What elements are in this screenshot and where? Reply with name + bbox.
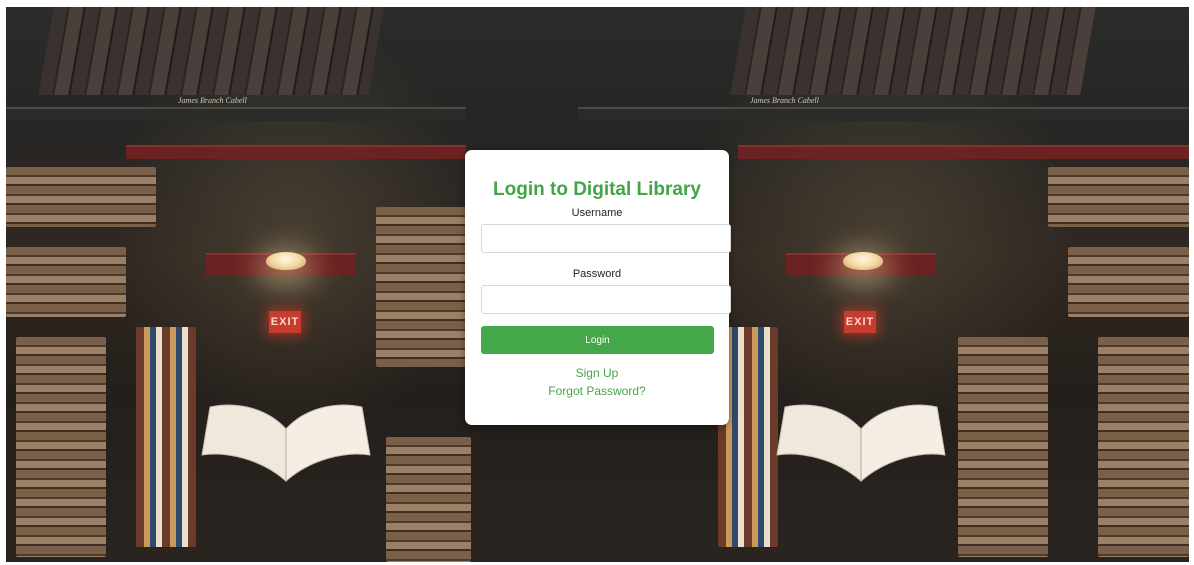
shelf [126,145,466,159]
open-book-image [201,404,371,483]
login-button[interactable]: Login [481,326,714,354]
book-stack [1048,167,1189,227]
book-stack [16,337,106,557]
book-spine-caption: James Branch Cabell [750,96,819,105]
shelf [6,107,466,121]
book-stack [1068,247,1189,317]
exit-sign: EXIT [269,311,301,333]
login-title: Login to Digital Library [493,179,701,200]
open-book-image [776,404,946,483]
ceiling-lamp [266,252,306,270]
exit-sign: EXIT [844,311,876,333]
shelf [738,145,1189,159]
book-stack [386,437,471,562]
login-card: Login to Digital Library Username Passwo… [465,150,731,425]
book-stack [6,167,156,227]
username-label: Username [571,207,623,219]
book-stack [1098,337,1189,557]
book-stack [958,337,1048,557]
book-spine-caption: James Branch Cabell [178,96,247,105]
book-stack [376,207,471,367]
book-shelf-colorful [136,327,196,547]
top-books [730,7,1096,95]
book-stack [6,247,126,317]
shelf [578,107,1189,121]
username-input[interactable] [481,224,731,253]
top-books [38,7,384,95]
sign-up-link[interactable]: Sign Up [481,364,713,382]
forgot-password-link[interactable]: Forgot Password? [481,382,713,400]
password-input[interactable] [481,285,731,314]
ceiling-lamp [843,252,883,270]
password-label: Password [572,268,622,280]
